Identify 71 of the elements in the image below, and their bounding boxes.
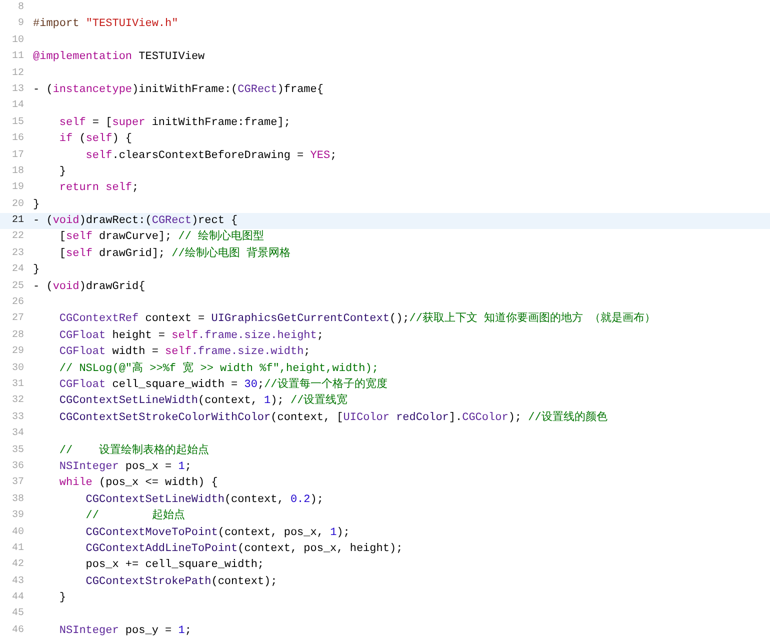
line-number: 26 [10, 296, 24, 310]
code-line: self = [super initWithFrame:frame]; [58, 116, 290, 131]
code-line: CGContextStrokePath(context); [84, 574, 278, 590]
code-line: } [58, 164, 66, 180]
line-number: 19 [10, 181, 24, 196]
line-number: 9 [16, 17, 24, 32]
line-number: 28 [10, 328, 24, 343]
line-number: 13 [10, 82, 24, 97]
code-line: NSInteger pos_y = 1; [58, 624, 192, 639]
line-number: 17 [10, 148, 24, 163]
line-number: 34 [10, 427, 24, 442]
code-line: return self; [58, 181, 139, 196]
code-line: - (void)drawGrid{ [33, 280, 146, 295]
code-line: CGFloat width = self.frame.size.width; [58, 345, 310, 360]
line-number: 25 [10, 280, 24, 294]
line-number: 46 [10, 624, 24, 638]
line-number: 14 [10, 99, 24, 114]
code-line: CGContextRef context = UIGraphicsGetCurrentContext();//获取上下文 知道你要画图的地方 （就是画布） [58, 311, 656, 328]
line-number: 37 [10, 476, 24, 490]
line-number: 41 [10, 542, 24, 556]
line-number: 24 [10, 263, 24, 278]
line-number: 39 [10, 509, 24, 524]
line-number: 23 [10, 246, 24, 261]
line-number: 20 [10, 198, 24, 212]
line-number: 35 [10, 444, 24, 458]
line-number: 22 [10, 230, 24, 244]
line-number: 38 [10, 492, 24, 507]
code-line: CGContextSetLineWidth(context, 0.2); [84, 492, 324, 508]
code-line: } [58, 591, 66, 606]
line-number: 43 [10, 574, 24, 589]
code-line: [self drawCurve]; // 绘制心电图型 [58, 229, 264, 246]
line-number: 15 [10, 116, 24, 130]
code-line: // NSLog(@"高 >>%f 宽 >> width %f",height,width); [58, 360, 378, 377]
code-line: CGFloat cell_square_width = 30;//设置每一个格子的宽度 [58, 376, 388, 393]
code-line: CGContextAddLineToPoint(context, pos_x, height); [84, 542, 403, 557]
code-line: while (pos_x <= width) { [58, 476, 218, 492]
line-number: 16 [10, 132, 24, 146]
code-line: if (self) { [58, 132, 132, 148]
code-line: CGContextSetStrokeColorWithColor(context, [UIColor redColor].CGColor); //设置线的颜色 [58, 410, 608, 426]
code-line: - (instancetype)initWithFrame:(CGRect)frame{ [33, 82, 324, 98]
line-number: 29 [10, 345, 24, 360]
code-line: } [33, 198, 40, 213]
code-line: pos_x += cell_square_width; [84, 558, 264, 574]
line-number: 33 [10, 410, 24, 425]
line-number: 30 [10, 362, 24, 376]
line-number: 12 [10, 66, 24, 81]
line-number: 11 [10, 50, 24, 64]
line-number: 18 [10, 164, 24, 179]
line-number: 36 [10, 460, 24, 474]
line-number: 44 [10, 591, 24, 606]
code-line: CGFloat height = self.frame.size.height; [58, 328, 324, 344]
line-number: 8 [16, 1, 24, 15]
code-line: @implementation TESTUIView [33, 50, 205, 66]
code-line: } [33, 263, 40, 278]
line-number: 45 [10, 607, 24, 622]
line-number: 40 [10, 526, 24, 540]
code-line: NSInteger pos_x = 1; [58, 460, 192, 475]
code-line: // 设置绘制表格的起始点 [58, 442, 210, 459]
code-line: CGContextSetLineWidth(context, 1); //设置线宽 [58, 393, 348, 410]
code-line: - (void)drawRect:(CGRect)rect { [33, 214, 238, 230]
code-line: [self drawGrid]; //绘制心电图 背景网格 [58, 246, 290, 262]
code-line: self.clearsContextBeforeDrawing = YES; [84, 148, 337, 164]
code-line: CGContextMoveToPoint(context, pos_x, 1); [84, 526, 350, 540]
line-number: 21 [10, 214, 24, 228]
line-number: 32 [10, 394, 24, 408]
code-line: // 起始点 [84, 508, 185, 524]
code-line: #import "TESTUIView.h" [33, 17, 178, 32]
line-number: 10 [10, 34, 24, 48]
line-number: 42 [10, 558, 24, 572]
line-number: 27 [10, 312, 24, 326]
line-number: 31 [10, 378, 24, 392]
